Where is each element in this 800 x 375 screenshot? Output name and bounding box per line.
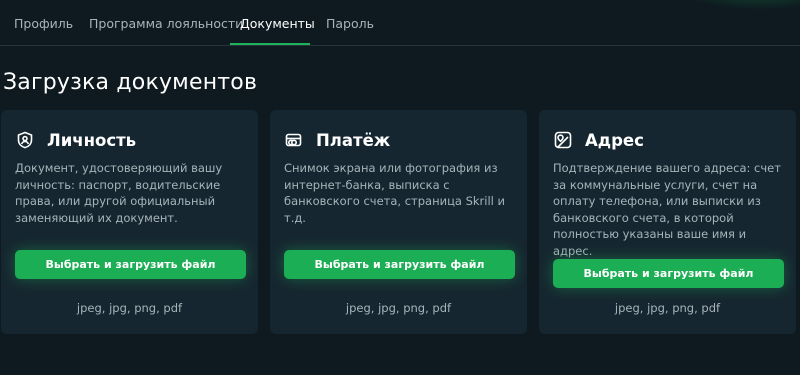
- upload-payment-button[interactable]: Выбрать и загрузить файл: [284, 250, 515, 279]
- profile-tabs: Профиль Программа лояльности Документы П…: [0, 0, 800, 46]
- card-title: Платёж: [316, 130, 391, 150]
- card-header: Адрес: [554, 128, 644, 152]
- upload-identity-button[interactable]: Выбрать и загрузить файл: [15, 250, 246, 279]
- card-header: Личность: [16, 128, 136, 152]
- card-description: Снимок экрана или фотография из интернет…: [284, 161, 505, 225]
- address-card: Адрес Подтверждение вашего адреса: счет …: [539, 110, 796, 334]
- accepted-formats: jpeg, jpg, png, pdf: [614, 301, 721, 315]
- tab-profile[interactable]: Профиль: [14, 16, 73, 31]
- payment-card: Платёж Снимок экрана или фотография из и…: [270, 110, 527, 334]
- card-description: Документ, удостоверяющий вашу личность: …: [15, 161, 223, 225]
- identity-badge-icon: [16, 131, 34, 149]
- card-header: Платёж: [285, 128, 390, 152]
- card-title: Личность: [47, 130, 137, 150]
- tab-documents[interactable]: Документы: [240, 16, 315, 31]
- accepted-formats: jpeg, jpg, png, pdf: [345, 301, 452, 315]
- upload-address-button[interactable]: Выбрать и загрузить файл: [553, 259, 784, 288]
- tab-loyalty-program[interactable]: Программа лояльности: [89, 16, 243, 31]
- card-title: Адрес: [585, 130, 644, 150]
- address-map-icon: [554, 131, 572, 149]
- tab-password[interactable]: Пароль: [326, 16, 374, 31]
- card-description: Подтверждение вашего адреса: счет за ком…: [553, 161, 781, 258]
- accepted-formats: jpeg, jpg, png, pdf: [76, 301, 183, 315]
- page-title: Загрузка документов: [3, 70, 258, 95]
- payment-card-icon: [285, 131, 303, 149]
- documents-page: Профиль Программа лояльности Документы П…: [0, 0, 800, 375]
- active-tab-indicator: [230, 43, 310, 45]
- identity-card: Личность Документ, удостоверяющий вашу л…: [1, 110, 258, 334]
